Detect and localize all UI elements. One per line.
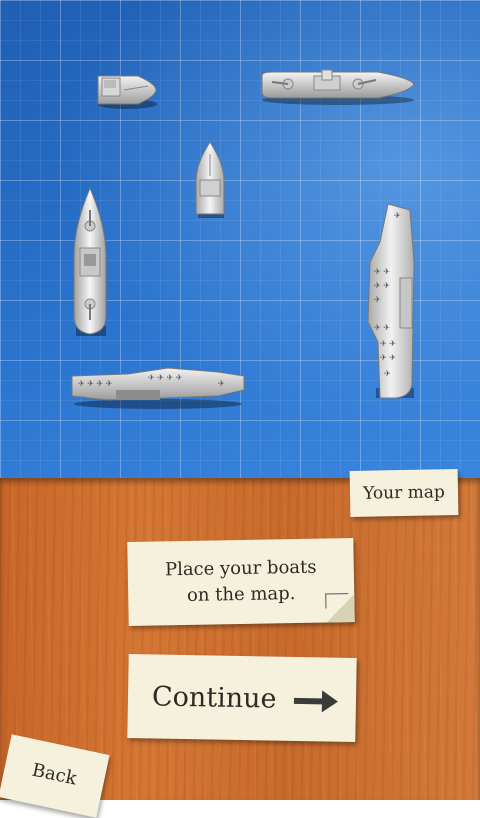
game-map[interactable]: ✈ ✈ ✈ ✈ ✈ ✈ ✈ ✈ ✈ ✈ ✈ ✈ ✈ ✈ ✈ ✈ ✈ ✈ ✈ ✈ ✈ ✈ <box>0 0 480 478</box>
battleship-ship[interactable] <box>258 66 416 106</box>
svg-text:✈: ✈ <box>384 369 391 378</box>
svg-text:✈ ✈ ✈ ✈: ✈ ✈ ✈ ✈ <box>148 373 183 382</box>
patrol-boat-ship[interactable] <box>192 140 228 222</box>
svg-text:✈ ✈: ✈ ✈ <box>380 339 396 348</box>
continue-label: Continue <box>151 680 277 715</box>
svg-text:✈: ✈ <box>218 379 225 388</box>
instruction-line-2: on the map. <box>186 583 296 606</box>
aircraft-carrier-vertical-ship[interactable]: ✈ ✈ ✈ ✈ ✈ ✈ ✈ ✈ ✈ ✈ ✈ ✈ ✈ <box>366 202 418 404</box>
destroyer-ship[interactable] <box>70 186 110 342</box>
svg-text:✈ ✈: ✈ ✈ <box>380 353 396 362</box>
svg-text:✈ ✈: ✈ ✈ <box>374 323 390 332</box>
svg-text:✈ ✈: ✈ ✈ <box>374 267 390 276</box>
svg-text:✈ ✈ ✈ ✈: ✈ ✈ ✈ ✈ <box>78 379 113 388</box>
aircraft-carrier-horizontal-ship[interactable]: ✈ ✈ ✈ ✈ ✈ ✈ ✈ ✈ ✈ <box>68 362 248 412</box>
back-label: Back <box>30 759 79 790</box>
continue-button[interactable]: Continue <box>127 654 357 742</box>
instruction-note: Place your boats on the map. <box>127 538 355 626</box>
svg-text:✈ ✈: ✈ ✈ <box>374 281 390 290</box>
arrow-right-icon <box>293 690 338 713</box>
svg-text:✈: ✈ <box>374 295 381 304</box>
fold-crease <box>325 593 349 609</box>
svg-text:✈: ✈ <box>394 211 401 220</box>
small-boat-ship[interactable] <box>94 70 160 112</box>
your-map-label: Your map <box>363 482 445 504</box>
your-map-note[interactable]: Your map <box>349 469 459 517</box>
instruction-line-1: Place your boats <box>164 556 317 581</box>
instruction-text: Place your boats on the map. <box>165 555 317 610</box>
